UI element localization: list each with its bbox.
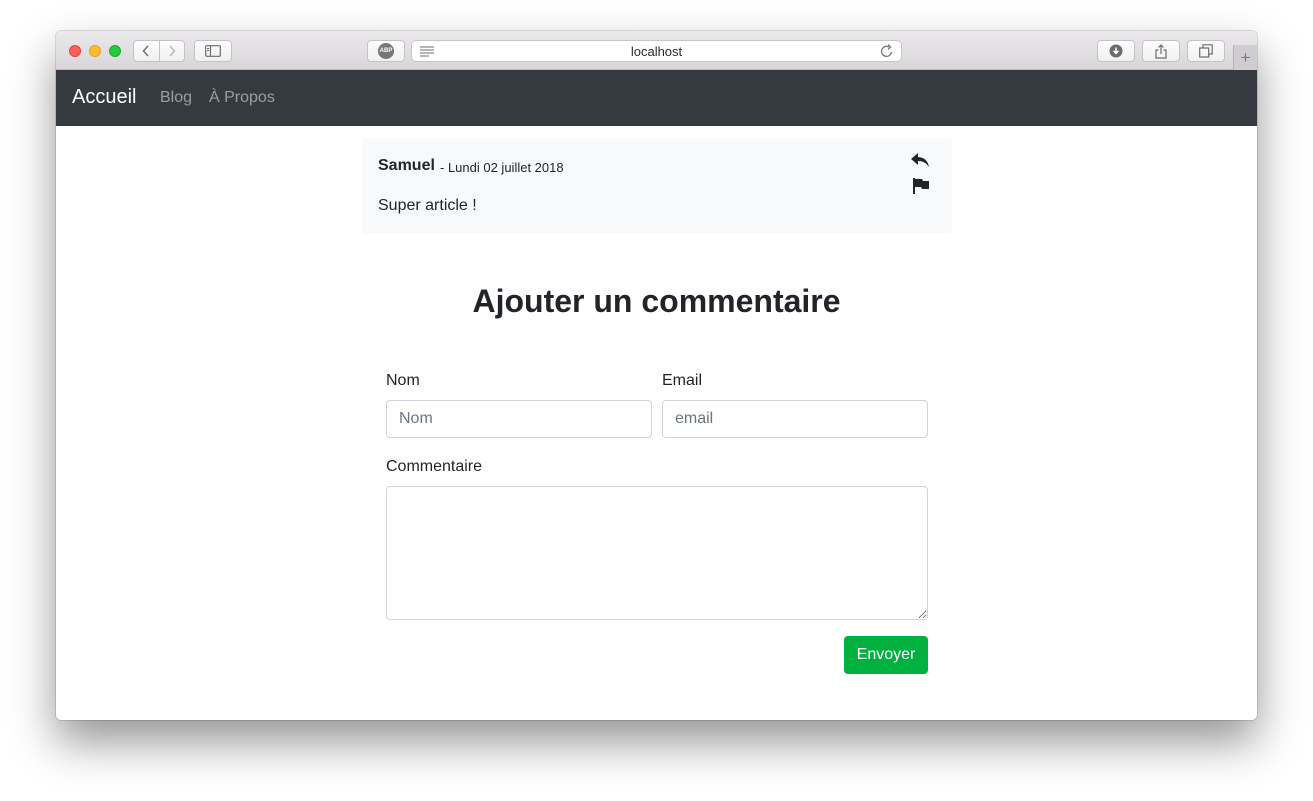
- comment-date: - Lundi 02 juillet 2018: [440, 160, 564, 175]
- minimize-window-button[interactable]: [89, 45, 101, 57]
- sidebar-icon: [205, 45, 221, 57]
- sidebar-toggle-button[interactable]: [194, 40, 232, 62]
- maximize-window-button[interactable]: [109, 45, 121, 57]
- comment-label: Commentaire: [386, 458, 483, 475]
- address-bar[interactable]: localhost: [411, 40, 902, 62]
- close-window-button[interactable]: [69, 45, 81, 57]
- chevron-left-icon: [142, 45, 149, 57]
- back-button[interactable]: [134, 41, 159, 61]
- navbar-brand[interactable]: Accueil: [72, 86, 136, 109]
- email-label: Email: [662, 372, 703, 389]
- flag-icon[interactable]: [912, 177, 930, 195]
- submit-button[interactable]: Envoyer: [844, 636, 928, 674]
- tabs-overview-button[interactable]: [1187, 40, 1225, 62]
- browser-toolbar: ABP localhost +: [56, 31, 1257, 70]
- name-input[interactable]: [386, 400, 652, 438]
- form-title: Ajouter un commentaire: [472, 283, 841, 319]
- adblock-button[interactable]: ABP: [367, 40, 405, 62]
- name-label: Nom: [386, 372, 420, 389]
- nav-link-blog[interactable]: Blog: [160, 89, 192, 107]
- comment-author: Samuel: [378, 157, 435, 174]
- chevron-right-icon: [169, 45, 176, 57]
- email-input[interactable]: [662, 400, 928, 438]
- tabs-icon: [1199, 44, 1213, 58]
- reload-icon[interactable]: [880, 43, 894, 59]
- new-tab-button[interactable]: +: [1233, 45, 1257, 70]
- browser-window: ABP localhost + Accueil Blog À Propos Sa…: [56, 31, 1257, 720]
- nav-link-about[interactable]: À Propos: [209, 89, 275, 107]
- reader-icon: [420, 46, 434, 57]
- reply-icon[interactable]: [910, 150, 930, 170]
- share-icon: [1155, 43, 1167, 59]
- comment-textarea[interactable]: [386, 486, 928, 620]
- adblock-icon: ABP: [378, 43, 394, 59]
- download-icon: [1109, 44, 1123, 58]
- downloads-button[interactable]: [1097, 40, 1135, 62]
- history-nav: [133, 40, 185, 62]
- site-navbar: Accueil Blog À Propos: [56, 70, 1257, 126]
- share-button[interactable]: [1142, 40, 1180, 62]
- comment-text: Super article !: [378, 197, 477, 214]
- forward-button[interactable]: [158, 41, 185, 61]
- comment-card: Samuel - Lundi 02 juillet 2018 Super art…: [362, 138, 952, 234]
- url-text: localhost: [630, 43, 683, 59]
